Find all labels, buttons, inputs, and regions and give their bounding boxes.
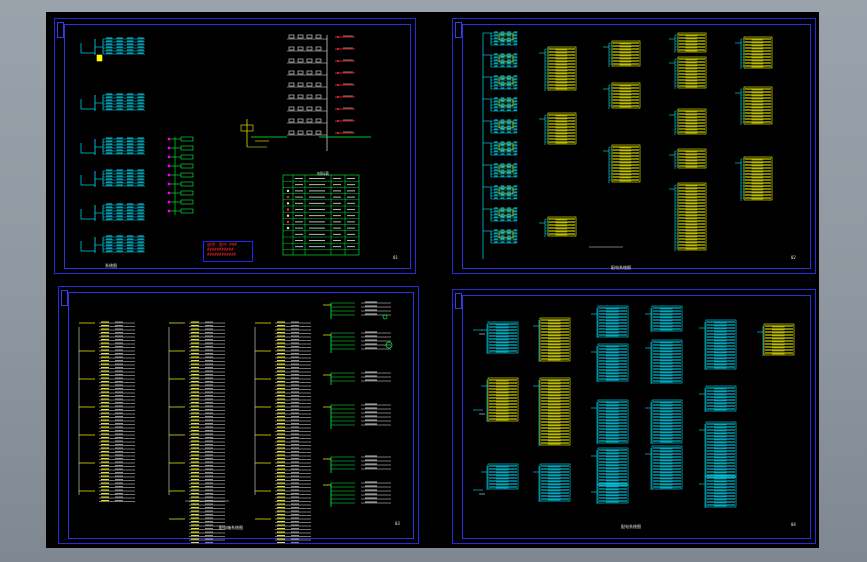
sheet-number: 02 — [791, 255, 796, 260]
sheet-title: 系统图 — [105, 263, 117, 268]
sheet-title: 配电系统图 — [621, 524, 641, 529]
drawing-canvas[interactable]: 说明：图中 ### ########### ############ 材料表 系… — [46, 12, 819, 548]
sheet-number: 04 — [791, 522, 796, 527]
sheet-number: 03 — [395, 521, 400, 526]
sheet-title: 配电系统图 — [611, 265, 631, 270]
schedule-title: 材料表 — [317, 171, 329, 176]
sheet-4-graphics — [473, 305, 795, 508]
sheet-2-graphics — [482, 31, 773, 259]
drawing-sheet-2[interactable]: 配电系统图 02 — [452, 18, 816, 274]
drawing-sheet-4[interactable]: 配电系统图 04 — [452, 289, 816, 544]
sheet-title: 配电箱系统图 — [219, 525, 243, 530]
drawing-sheet-1[interactable]: 说明：图中 ### ########### ############ 材料表 系… — [54, 18, 416, 274]
sheet-3-graphics — [78, 301, 393, 543]
sheet-number: 01 — [393, 255, 398, 260]
sheet-1-graphics — [80, 34, 371, 256]
drawing-sheet-3[interactable]: 配电箱系统图 03 — [58, 286, 419, 544]
red-note-line: ############ — [207, 252, 236, 257]
red-note-box: 说明：图中 ### ########### ############ — [203, 241, 253, 262]
